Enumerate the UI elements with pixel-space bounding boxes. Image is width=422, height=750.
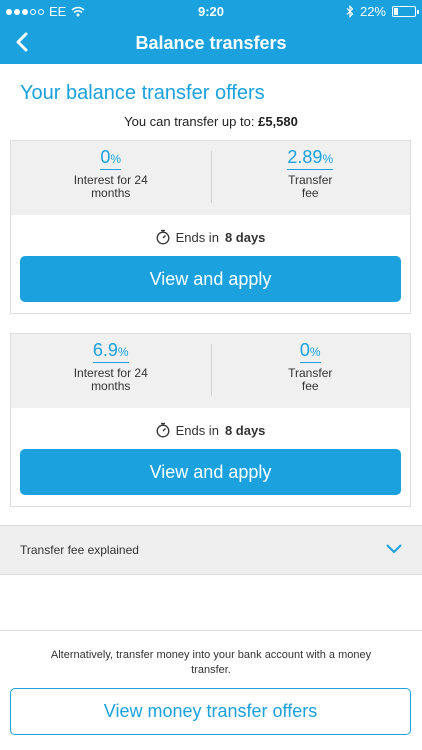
interest-rate-unit: %: [117, 345, 129, 359]
stat-divider: [211, 151, 212, 203]
offer-stats: 6.9% Interest for 24 months 0% Transfer …: [11, 334, 410, 408]
fee-rate-unit: %: [322, 152, 334, 166]
stopwatch-icon: [156, 229, 170, 245]
fee-rate-unit: %: [309, 345, 321, 359]
money-transfer-note: Alternatively, transfer money into your …: [50, 649, 372, 676]
expiry-value: 8 days: [224, 422, 266, 438]
expiry-prefix: Ends in: [175, 422, 219, 438]
offer-card: 0% Interest for 24 months 2.89% Transfer…: [10, 140, 411, 314]
offers-heading: Your balance transfer offers: [20, 82, 265, 104]
footer-divider: [0, 630, 422, 631]
fee-rate: 0%: [299, 340, 321, 363]
transfer-limit: You can transfer up to: £5,580: [0, 114, 422, 129]
fee-label: Transfer fee: [288, 366, 333, 393]
transfer-fee-explained-row[interactable]: Transfer fee explained: [0, 525, 422, 575]
fee-stat: 2.89% Transfer fee: [211, 141, 411, 215]
stopwatch-icon: [156, 422, 170, 438]
transfer-fee-explained-label: Transfer fee explained: [20, 543, 139, 557]
interest-rate: 6.9%: [92, 340, 129, 363]
offer-stats: 0% Interest for 24 months 2.89% Transfer…: [11, 141, 410, 215]
stat-divider: [211, 344, 212, 396]
page-title: Balance transfers: [135, 33, 287, 53]
interest-stat: 6.9% Interest for 24 months: [11, 334, 211, 408]
nav-bar: Balance transfers: [0, 22, 422, 64]
status-bar: EE 9:20 22%: [0, 0, 422, 22]
transfer-limit-value: £5,580: [258, 114, 298, 129]
view-money-transfer-offers-button[interactable]: View money transfer offers: [10, 688, 411, 735]
battery-icon: [392, 6, 419, 17]
fee-rate-value: 2.89: [287, 147, 323, 167]
expiry-value: 8 days: [224, 229, 266, 245]
transfer-limit-label: You can transfer up to:: [124, 114, 255, 129]
fee-label: Transfer fee: [288, 173, 333, 200]
interest-rate-value: 6.9: [92, 340, 118, 360]
status-right: 22%: [346, 4, 419, 19]
chevron-down-icon: [386, 544, 402, 553]
view-and-apply-button[interactable]: View and apply: [20, 256, 401, 302]
battery-fill: [394, 8, 398, 15]
fee-stat: 0% Transfer fee: [211, 334, 411, 408]
bluetooth-icon: [346, 5, 354, 18]
offer-expiry: Ends in 8 days: [11, 421, 410, 439]
fee-rate: 2.89%: [287, 147, 334, 170]
interest-label: Interest for 24 months: [73, 173, 148, 200]
interest-rate: 0%: [100, 147, 122, 170]
fee-rate-value: 0: [299, 340, 310, 360]
offer-expiry: Ends in 8 days: [11, 228, 410, 246]
interest-label: Interest for 24 months: [73, 366, 148, 393]
battery-percent: 22%: [359, 4, 386, 19]
view-and-apply-button[interactable]: View and apply: [20, 449, 401, 495]
interest-stat: 0% Interest for 24 months: [11, 141, 211, 215]
interest-rate-value: 0: [100, 147, 111, 167]
expiry-prefix: Ends in: [175, 229, 219, 245]
offer-card: 6.9% Interest for 24 months 0% Transfer …: [10, 333, 411, 507]
interest-rate-unit: %: [110, 152, 122, 166]
